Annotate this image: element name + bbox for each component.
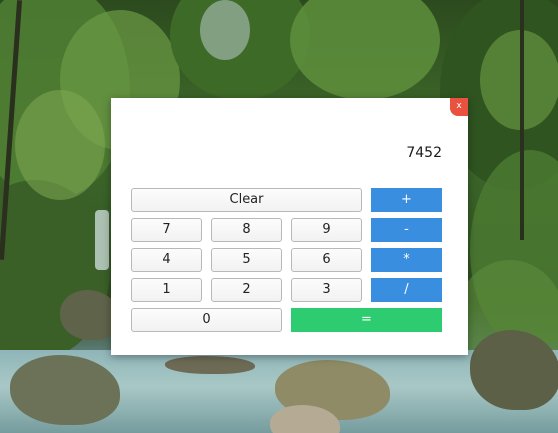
digit-5-button[interactable]: 5 bbox=[211, 248, 282, 272]
calculator-display: 7452 bbox=[406, 145, 442, 161]
digit-9-button[interactable]: 9 bbox=[291, 218, 362, 242]
digit-1-button[interactable]: 1 bbox=[131, 278, 202, 302]
digit-2-button[interactable]: 2 bbox=[211, 278, 282, 302]
clear-button[interactable]: Clear bbox=[131, 188, 362, 212]
divide-button[interactable]: / bbox=[371, 278, 442, 302]
multiply-button[interactable]: * bbox=[371, 248, 442, 272]
digit-0-button[interactable]: 0 bbox=[131, 308, 282, 332]
digit-8-button[interactable]: 8 bbox=[211, 218, 282, 242]
digit-6-button[interactable]: 6 bbox=[291, 248, 362, 272]
digit-3-button[interactable]: 3 bbox=[291, 278, 362, 302]
subtract-button[interactable]: - bbox=[371, 218, 442, 242]
calculator-window: x 7452 Clear + 7 8 9 - 4 5 6 * 1 2 3 / 0… bbox=[111, 98, 468, 355]
digit-7-button[interactable]: 7 bbox=[131, 218, 202, 242]
add-button[interactable]: + bbox=[371, 188, 442, 212]
digit-4-button[interactable]: 4 bbox=[131, 248, 202, 272]
close-button[interactable]: x bbox=[450, 98, 468, 116]
equals-button[interactable]: = bbox=[291, 308, 442, 332]
